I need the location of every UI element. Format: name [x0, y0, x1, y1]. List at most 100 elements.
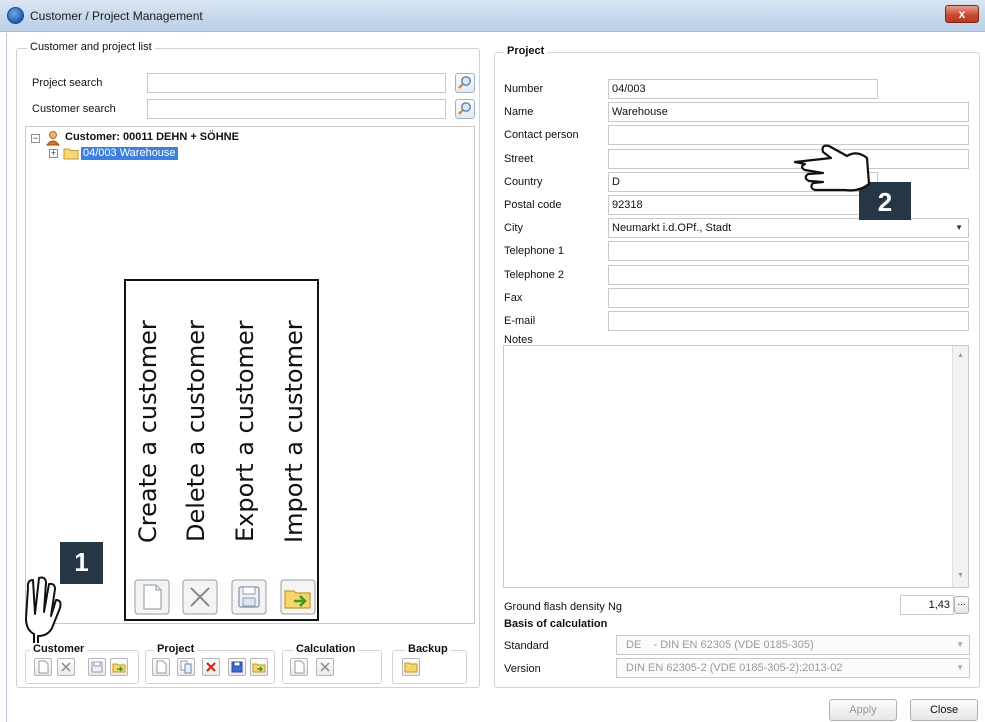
legend-create-customer: Create a customer	[134, 320, 162, 543]
create-customer-button[interactable]	[34, 658, 52, 676]
window-title: Customer / Project Management	[30, 9, 203, 23]
name-label: Name	[504, 106, 534, 118]
project-search-label: Project search	[32, 77, 103, 89]
country-label: Country	[504, 176, 543, 188]
contact-person-label: Contact person	[504, 129, 579, 141]
basis-heading: Basis of calculation	[504, 618, 608, 630]
city-dropdown[interactable]: Neumarkt i.d.OPf., Stadt ▼	[608, 218, 969, 238]
customer-icon	[45, 131, 61, 146]
contact-person-input[interactable]	[608, 125, 969, 145]
delete-x-icon	[320, 662, 330, 672]
calculation-toolbar-caption: Calculation	[293, 643, 359, 655]
telephone-2-input[interactable]	[608, 265, 969, 285]
ground-flash-label: Ground flash density Ng	[504, 601, 623, 613]
version-dropdown[interactable]: DIN EN 62305-2 (VDE 0185-305-2):2013-02 …	[616, 658, 970, 678]
version-dropdown-value: DIN EN 62305-2 (VDE 0185-305-2):2013-02	[626, 662, 843, 674]
export-customer-button[interactable]	[88, 658, 106, 676]
legend-import-customer: Import a customer	[280, 320, 308, 543]
tree-collapse-icon[interactable]: −	[31, 134, 40, 143]
street-label: Street	[504, 153, 534, 165]
number-label: Number	[504, 83, 544, 95]
tree-expand-icon[interactable]: +	[49, 149, 58, 158]
postal-code-input[interactable]: 92318	[608, 195, 878, 215]
import-customer-button[interactable]	[110, 658, 128, 676]
folder-icon	[404, 662, 418, 673]
project-search-input[interactable]	[147, 73, 446, 93]
import-folder-icon	[280, 579, 316, 615]
scroll-down-icon[interactable]: ▼	[957, 572, 964, 579]
close-button[interactable]: Close	[910, 699, 978, 721]
chevron-down-icon: ▼	[956, 640, 964, 649]
import-folder-icon	[112, 663, 126, 673]
backup-button[interactable]	[402, 658, 420, 676]
tree-customer-node[interactable]: Customer: 00011 DEHN + SÖHNE	[65, 131, 239, 143]
import-folder-icon	[252, 663, 266, 673]
app-icon	[7, 7, 24, 24]
notes-textarea[interactable]	[503, 345, 969, 588]
standard-label: Standard	[504, 640, 549, 652]
new-document-icon	[294, 660, 305, 674]
customer-search-input[interactable]	[147, 99, 446, 119]
hand-pointer-left-icon	[793, 144, 871, 192]
delete-x-icon	[182, 579, 218, 615]
hand-pointer-down-icon	[25, 576, 62, 649]
email-label: E-mail	[504, 315, 536, 327]
legend-delete-customer: Delete a customer	[182, 320, 210, 542]
window-title-bar: Customer / Project Management x	[0, 0, 985, 32]
fax-label: Fax	[504, 292, 523, 304]
backup-toolbar-caption: Backup	[405, 643, 451, 655]
postal-code-label: Postal code	[504, 199, 562, 211]
folder-icon	[63, 148, 79, 160]
project-toolbar-caption: Project	[154, 643, 198, 655]
magnifier-icon	[458, 76, 471, 89]
window-close-button[interactable]: x	[945, 5, 979, 23]
save-project-button[interactable]	[228, 658, 246, 676]
ground-flash-input[interactable]: 1,43	[900, 595, 954, 615]
project-search-button[interactable]	[455, 73, 475, 93]
number-input[interactable]: 04/003	[608, 79, 878, 99]
notes-scrollbar[interactable]: ▲ ▼	[952, 346, 968, 587]
delete-x-icon	[61, 662, 71, 672]
telephone-1-input[interactable]	[608, 241, 969, 261]
apply-button[interactable]: Apply	[829, 699, 897, 721]
customer-toolbar-caption: Customer	[30, 643, 88, 655]
standard-dropdown-value: DE - DIN EN 62305 (VDE 0185-305)	[626, 639, 814, 651]
city-label: City	[504, 222, 523, 234]
scroll-up-icon[interactable]: ▲	[957, 352, 964, 359]
name-input[interactable]: Warehouse	[608, 102, 969, 122]
city-dropdown-value: Neumarkt i.d.OPf., Stadt	[612, 222, 732, 234]
project-group-caption: Project	[504, 45, 548, 57]
delete-calculation-button[interactable]	[316, 658, 334, 676]
chevron-down-icon: ▼	[955, 223, 963, 232]
chevron-down-icon: ▼	[956, 663, 964, 672]
delete-customer-button[interactable]	[57, 658, 75, 676]
street-input[interactable]	[608, 149, 969, 169]
customer-search-button[interactable]	[455, 99, 475, 119]
new-document-icon	[156, 660, 167, 674]
create-calculation-button[interactable]	[290, 658, 308, 676]
version-label: Version	[504, 663, 541, 675]
save-disk-icon	[231, 579, 267, 615]
copy-project-button[interactable]	[177, 658, 195, 676]
customer-search-label: Customer search	[32, 103, 116, 115]
save-disk-icon	[91, 661, 103, 673]
standard-dropdown[interactable]: DE - DIN EN 62305 (VDE 0185-305) ▼	[616, 635, 970, 655]
tree-project-node[interactable]: 04/003 Warehouse	[81, 147, 178, 160]
callout-1: 1	[60, 542, 103, 584]
delete-project-button[interactable]	[202, 658, 220, 676]
delete-red-x-icon	[206, 662, 216, 672]
new-document-icon	[38, 660, 49, 674]
fax-input[interactable]	[608, 288, 969, 308]
ground-flash-browse-button[interactable]: ...	[954, 596, 969, 614]
magnifier-icon	[458, 102, 471, 115]
new-document-icon	[134, 579, 170, 615]
telephone-1-label: Telephone 1	[504, 245, 564, 257]
copy-documents-icon	[180, 660, 192, 674]
customer-project-list-caption: Customer and project list	[27, 41, 155, 53]
telephone-2-label: Telephone 2	[504, 269, 564, 281]
email-input[interactable]	[608, 311, 969, 331]
legend-export-customer: Export a customer	[231, 320, 259, 542]
import-project-button[interactable]	[250, 658, 268, 676]
create-project-button[interactable]	[152, 658, 170, 676]
save-disk-icon	[231, 661, 243, 673]
